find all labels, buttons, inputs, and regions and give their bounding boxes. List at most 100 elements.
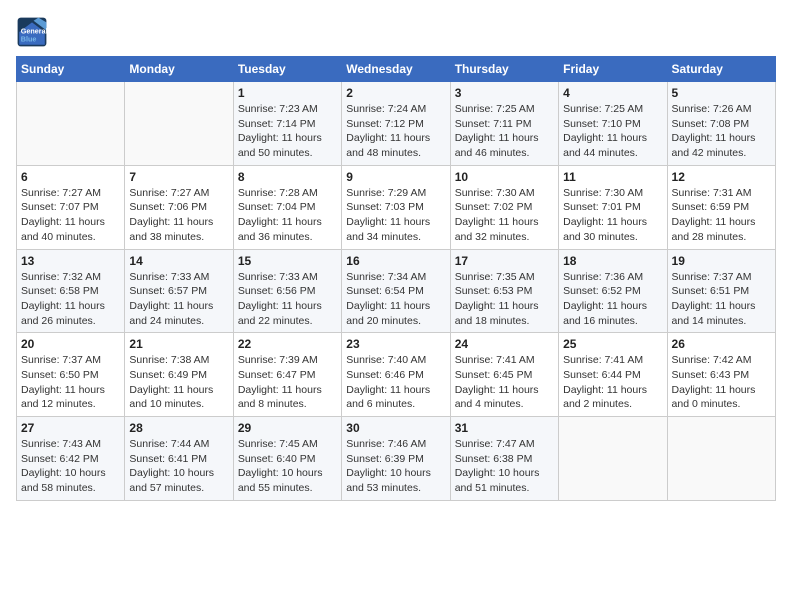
day-number: 26 <box>672 337 771 351</box>
day-info: Sunrise: 7:24 AM Sunset: 7:12 PM Dayligh… <box>346 102 445 161</box>
calendar-cell: 1 Sunrise: 7:23 AM Sunset: 7:14 PM Daylig… <box>233 82 341 166</box>
day-info: Sunrise: 7:47 AM Sunset: 6:38 PM Dayligh… <box>455 437 554 496</box>
day-number: 12 <box>672 170 771 184</box>
calendar-week-5: 27 Sunrise: 7:43 AM Sunset: 6:42 PM Dayli… <box>17 417 776 501</box>
col-header-thursday: Thursday <box>450 57 558 82</box>
calendar-table: SundayMondayTuesdayWednesdayThursdayFrid… <box>16 56 776 501</box>
calendar-cell: 14 Sunrise: 7:33 AM Sunset: 6:57 PM Dayli… <box>125 249 233 333</box>
day-number: 16 <box>346 254 445 268</box>
day-number: 15 <box>238 254 337 268</box>
day-info: Sunrise: 7:23 AM Sunset: 7:14 PM Dayligh… <box>238 102 337 161</box>
day-info: Sunrise: 7:26 AM Sunset: 7:08 PM Dayligh… <box>672 102 771 161</box>
calendar-cell: 15 Sunrise: 7:33 AM Sunset: 6:56 PM Dayli… <box>233 249 341 333</box>
calendar-cell: 17 Sunrise: 7:35 AM Sunset: 6:53 PM Dayli… <box>450 249 558 333</box>
logo: General Blue <box>16 16 52 48</box>
col-header-friday: Friday <box>559 57 667 82</box>
day-number: 5 <box>672 86 771 100</box>
day-info: Sunrise: 7:36 AM Sunset: 6:52 PM Dayligh… <box>563 270 662 329</box>
calendar-cell: 9 Sunrise: 7:29 AM Sunset: 7:03 PM Daylig… <box>342 165 450 249</box>
calendar-cell: 31 Sunrise: 7:47 AM Sunset: 6:38 PM Dayli… <box>450 417 558 501</box>
calendar-cell: 25 Sunrise: 7:41 AM Sunset: 6:44 PM Dayli… <box>559 333 667 417</box>
day-info: Sunrise: 7:30 AM Sunset: 7:01 PM Dayligh… <box>563 186 662 245</box>
calendar-week-3: 13Sunrise: 7:32 AM Sunset: 6:58 PM Dayli… <box>17 249 776 333</box>
col-header-saturday: Saturday <box>667 57 775 82</box>
calendar-cell: 27 Sunrise: 7:43 AM Sunset: 6:42 PM Dayli… <box>17 417 125 501</box>
day-info: Sunrise: 7:37 AM Sunset: 6:51 PM Dayligh… <box>672 270 771 329</box>
day-info: Sunrise: 7:43 AM Sunset: 6:42 PM Dayligh… <box>21 437 120 496</box>
day-info: Sunrise: 7:31 AM Sunset: 6:59 PM Dayligh… <box>672 186 771 245</box>
day-number: 4 <box>563 86 662 100</box>
calendar-cell: 26 Sunrise: 7:42 AM Sunset: 6:43 PM Dayli… <box>667 333 775 417</box>
day-number: 28 <box>129 421 228 435</box>
calendar-cell: 16 Sunrise: 7:34 AM Sunset: 6:54 PM Dayli… <box>342 249 450 333</box>
calendar-cell: 19 Sunrise: 7:37 AM Sunset: 6:51 PM Dayli… <box>667 249 775 333</box>
day-info: Sunrise: 7:27 AM Sunset: 7:07 PM Dayligh… <box>21 186 120 245</box>
day-info: Sunrise: 7:42 AM Sunset: 6:43 PM Dayligh… <box>672 353 771 412</box>
svg-text:Blue: Blue <box>21 35 37 44</box>
day-info: Sunrise: 7:45 AM Sunset: 6:40 PM Dayligh… <box>238 437 337 496</box>
calendar-cell: 18Sunrise: 7:36 AM Sunset: 6:52 PM Dayli… <box>559 249 667 333</box>
day-number: 25 <box>563 337 662 351</box>
calendar-week-4: 20 Sunrise: 7:37 AM Sunset: 6:50 PM Dayli… <box>17 333 776 417</box>
calendar-cell: 2 Sunrise: 7:24 AM Sunset: 7:12 PM Daylig… <box>342 82 450 166</box>
day-info: Sunrise: 7:25 AM Sunset: 7:10 PM Dayligh… <box>563 102 662 161</box>
day-number: 1 <box>238 86 337 100</box>
day-number: 30 <box>346 421 445 435</box>
day-info: Sunrise: 7:28 AM Sunset: 7:04 PM Dayligh… <box>238 186 337 245</box>
day-info: Sunrise: 7:33 AM Sunset: 6:56 PM Dayligh… <box>238 270 337 329</box>
day-number: 29 <box>238 421 337 435</box>
day-info: Sunrise: 7:40 AM Sunset: 6:46 PM Dayligh… <box>346 353 445 412</box>
day-number: 6 <box>21 170 120 184</box>
calendar-cell: 5 Sunrise: 7:26 AM Sunset: 7:08 PM Daylig… <box>667 82 775 166</box>
day-info: Sunrise: 7:34 AM Sunset: 6:54 PM Dayligh… <box>346 270 445 329</box>
day-info: Sunrise: 7:41 AM Sunset: 6:44 PM Dayligh… <box>563 353 662 412</box>
calendar-cell: 24Sunrise: 7:41 AM Sunset: 6:45 PM Dayli… <box>450 333 558 417</box>
day-info: Sunrise: 7:38 AM Sunset: 6:49 PM Dayligh… <box>129 353 228 412</box>
day-number: 27 <box>21 421 120 435</box>
day-number: 2 <box>346 86 445 100</box>
calendar-cell: 12 Sunrise: 7:31 AM Sunset: 6:59 PM Dayli… <box>667 165 775 249</box>
day-number: 9 <box>346 170 445 184</box>
day-info: Sunrise: 7:32 AM Sunset: 6:58 PM Dayligh… <box>21 270 120 329</box>
day-number: 17 <box>455 254 554 268</box>
day-info: Sunrise: 7:39 AM Sunset: 6:47 PM Dayligh… <box>238 353 337 412</box>
day-info: Sunrise: 7:44 AM Sunset: 6:41 PM Dayligh… <box>129 437 228 496</box>
calendar-cell <box>125 82 233 166</box>
day-number: 23 <box>346 337 445 351</box>
calendar-cell: 21 Sunrise: 7:38 AM Sunset: 6:49 PM Dayli… <box>125 333 233 417</box>
calendar-cell <box>667 417 775 501</box>
day-number: 7 <box>129 170 228 184</box>
day-number: 20 <box>21 337 120 351</box>
calendar-cell <box>17 82 125 166</box>
col-header-wednesday: Wednesday <box>342 57 450 82</box>
day-number: 14 <box>129 254 228 268</box>
calendar-cell: 11 Sunrise: 7:30 AM Sunset: 7:01 PM Dayli… <box>559 165 667 249</box>
calendar-cell: 23 Sunrise: 7:40 AM Sunset: 6:46 PM Dayli… <box>342 333 450 417</box>
calendar-week-1: 1 Sunrise: 7:23 AM Sunset: 7:14 PM Daylig… <box>17 82 776 166</box>
page-header: General Blue <box>16 16 776 48</box>
calendar-cell: 28 Sunrise: 7:44 AM Sunset: 6:41 PM Dayli… <box>125 417 233 501</box>
day-number: 19 <box>672 254 771 268</box>
calendar-header: SundayMondayTuesdayWednesdayThursdayFrid… <box>17 57 776 82</box>
day-number: 10 <box>455 170 554 184</box>
day-number: 22 <box>238 337 337 351</box>
col-header-sunday: Sunday <box>17 57 125 82</box>
day-number: 21 <box>129 337 228 351</box>
calendar-cell: 20 Sunrise: 7:37 AM Sunset: 6:50 PM Dayli… <box>17 333 125 417</box>
calendar-cell: 6 Sunrise: 7:27 AM Sunset: 7:07 PM Daylig… <box>17 165 125 249</box>
day-number: 31 <box>455 421 554 435</box>
col-header-monday: Monday <box>125 57 233 82</box>
day-number: 11 <box>563 170 662 184</box>
day-info: Sunrise: 7:37 AM Sunset: 6:50 PM Dayligh… <box>21 353 120 412</box>
calendar-week-2: 6 Sunrise: 7:27 AM Sunset: 7:07 PM Daylig… <box>17 165 776 249</box>
calendar-cell: 10Sunrise: 7:30 AM Sunset: 7:02 PM Dayli… <box>450 165 558 249</box>
calendar-cell: 30Sunrise: 7:46 AM Sunset: 6:39 PM Dayli… <box>342 417 450 501</box>
calendar-cell: 7Sunrise: 7:27 AM Sunset: 7:06 PM Daylig… <box>125 165 233 249</box>
col-header-tuesday: Tuesday <box>233 57 341 82</box>
day-info: Sunrise: 7:29 AM Sunset: 7:03 PM Dayligh… <box>346 186 445 245</box>
day-info: Sunrise: 7:35 AM Sunset: 6:53 PM Dayligh… <box>455 270 554 329</box>
calendar-cell: 22 Sunrise: 7:39 AM Sunset: 6:47 PM Dayli… <box>233 333 341 417</box>
calendar-cell <box>559 417 667 501</box>
day-info: Sunrise: 7:33 AM Sunset: 6:57 PM Dayligh… <box>129 270 228 329</box>
calendar-cell: 29 Sunrise: 7:45 AM Sunset: 6:40 PM Dayli… <box>233 417 341 501</box>
